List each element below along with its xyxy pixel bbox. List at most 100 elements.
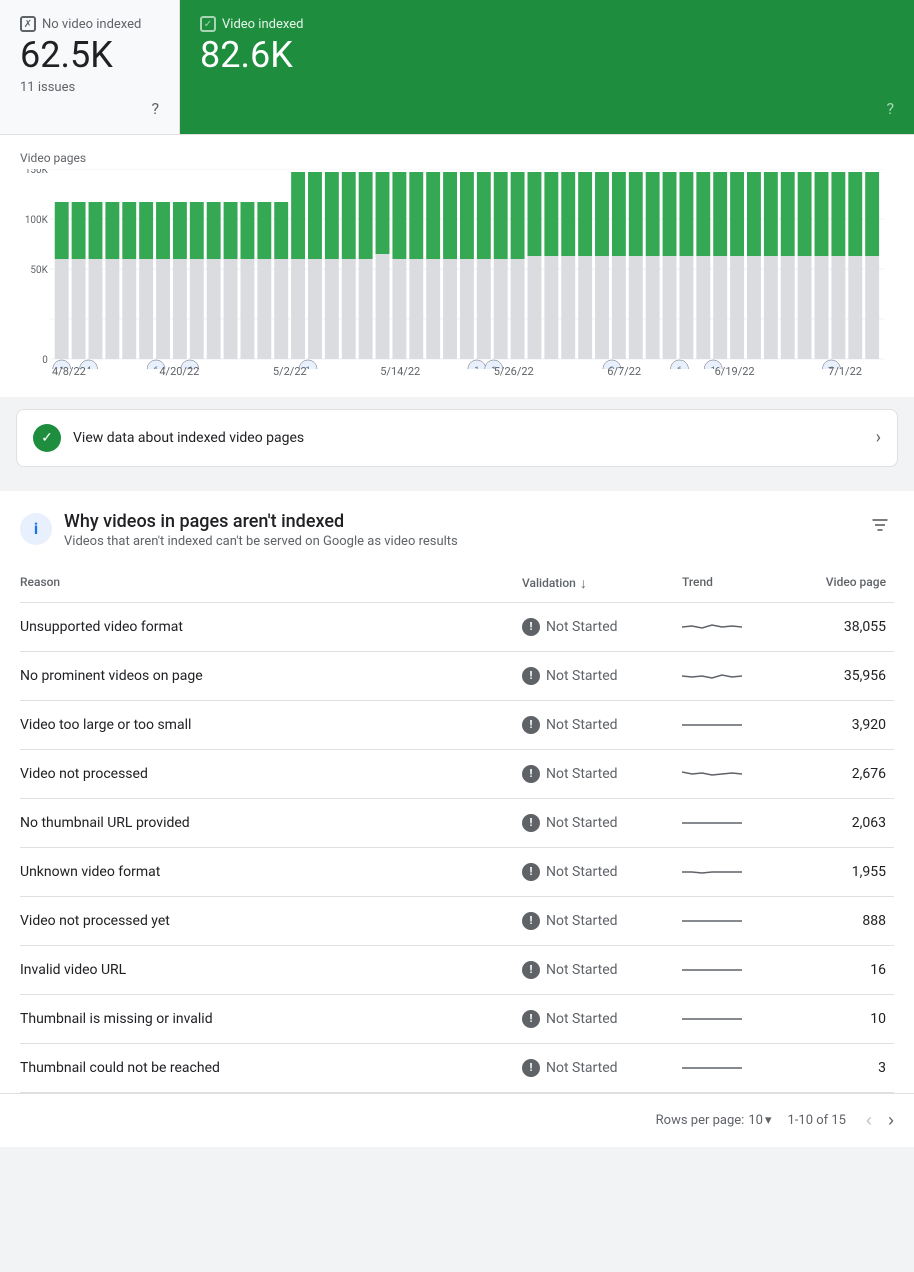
table-body: Unsupported video format ! Not Started 3… [20,603,894,1093]
row-validation: ! Not Started [514,863,674,881]
not-started-text: Not Started [546,717,618,733]
why-subtitle: Videos that aren't indexed can't be serv… [64,534,458,549]
chevron-right-icon: › [876,427,881,448]
rows-per-page-select[interactable]: 10 ▾ [748,1113,771,1128]
next-page-button[interactable]: › [884,1106,898,1135]
table-row[interactable]: No prominent videos on page ! Not Starte… [20,652,894,701]
row-reason: Unknown video format [20,864,514,880]
not-started-icon: ! [522,765,540,783]
not-started-icon: ! [522,912,540,930]
row-reason: Unsupported video format [20,619,514,635]
sparkline-chart [682,617,742,637]
chart-section: Video pages 150K 100K 50K 0 [0,135,914,397]
table-row[interactable]: Thumbnail could not be reached ! Not Sta… [20,1044,894,1093]
row-trend [674,862,794,882]
view-data-link[interactable]: ✓ View data about indexed video pages › [16,409,898,467]
not-started-icon: ! [522,667,540,685]
sparkline-chart [682,666,742,686]
rows-per-page-value: 10 [748,1113,763,1128]
x-label-4: 5/14/22 [380,365,420,378]
row-count: 3,920 [794,717,894,733]
table-row[interactable]: No thumbnail URL provided ! Not Started … [20,799,894,848]
checkbox-checked-icon: ✓ [200,16,216,32]
sparkline-chart [682,764,742,784]
not-started-text: Not Started [546,668,618,684]
row-trend [674,813,794,833]
not-started-icon: ! [522,814,540,832]
row-count: 2,676 [794,766,894,782]
x-label-3: 5/2/22 [273,365,307,378]
row-count: 38,055 [794,619,894,635]
row-count: 35,956 [794,668,894,684]
table-row[interactable]: Invalid video URL ! Not Started 16 [20,946,894,995]
row-validation: ! Not Started [514,912,674,930]
why-title: Why videos in pages aren't indexed [64,511,458,532]
row-reason: Video not processed [20,766,514,782]
filter-icon[interactable] [866,511,894,544]
row-count: 3 [794,1060,894,1076]
sparkline-chart [682,1058,742,1078]
row-trend [674,764,794,784]
table-row[interactable]: Unsupported video format ! Not Started 3… [20,603,894,652]
why-not-indexed-section: i Why videos in pages aren't indexed Vid… [0,491,914,1093]
video-indexed-count: 82.6K [200,36,894,76]
header-validation[interactable]: Validation ↓ [514,575,674,592]
row-reason: Thumbnail could not be reached [20,1060,514,1076]
table-row[interactable]: Unknown video format ! Not Started 1,955 [20,848,894,897]
prev-page-button[interactable]: ‹ [862,1106,876,1135]
no-video-card: ✗ No video indexed 62.5K 11 issues ? [0,0,180,134]
row-reason: No thumbnail URL provided [20,815,514,831]
not-started-text: Not Started [546,619,618,635]
svg-text:6: 6 [154,366,159,369]
row-trend [674,960,794,980]
chart-container: 150K 100K 50K 0 [20,169,894,389]
sparkline-chart [682,862,742,882]
pagination-row: Rows per page: 10 ▾ 1-10 of 15 ‹ › [0,1093,914,1147]
not-started-text: Not Started [546,913,618,929]
not-started-icon: ! [522,1010,540,1028]
sparkline-chart [682,911,742,931]
table-row[interactable]: Video not processed yet ! Not Started 88… [20,897,894,946]
table-row[interactable]: Video too large or too small ! Not Start… [20,701,894,750]
chart-label: Video pages [20,151,894,165]
video-indexed-label: Video indexed [222,17,303,32]
svg-text:0: 0 [42,355,48,366]
row-trend [674,715,794,735]
page-nav: ‹ › [862,1106,898,1135]
top-cards: ✗ No video indexed 62.5K 11 issues ? ✓ V… [0,0,914,135]
row-trend [674,1058,794,1078]
row-validation: ! Not Started [514,618,674,636]
svg-text:150K: 150K [25,169,49,176]
row-reason: Video not processed yet [20,913,514,929]
no-video-count: 62.5K [20,36,159,76]
header-reason: Reason [20,575,514,592]
not-started-text: Not Started [546,864,618,880]
sparkline-chart [682,813,742,833]
header-video-page: Video page [794,575,894,592]
row-trend [674,666,794,686]
not-started-text: Not Started [546,1011,618,1027]
table-row[interactable]: Video not processed ! Not Started 2,676 [20,750,894,799]
sparkline-chart [682,715,742,735]
header-trend: Trend [674,575,794,592]
row-trend [674,911,794,931]
video-indexed-card: ✓ Video indexed 82.6K ? [180,0,914,134]
sparkline-chart [682,960,742,980]
svg-text:100K: 100K [25,215,49,226]
no-video-help-icon[interactable]: ? [151,99,159,118]
row-validation: ! Not Started [514,961,674,979]
not-started-text: Not Started [546,1060,618,1076]
row-count: 16 [794,962,894,978]
row-validation: ! Not Started [514,667,674,685]
sort-down-icon: ↓ [580,575,587,592]
row-validation: ! Not Started [514,1010,674,1028]
table-row[interactable]: Thumbnail is missing or invalid ! Not St… [20,995,894,1044]
row-reason: Invalid video URL [20,962,514,978]
video-indexed-help-icon[interactable]: ? [886,99,894,118]
not-started-text: Not Started [546,815,618,831]
row-validation: ! Not Started [514,1059,674,1077]
info-icon: i [20,513,52,545]
not-started-icon: ! [522,618,540,636]
row-validation: ! Not Started [514,716,674,734]
checkbox-unchecked-icon: ✗ [20,16,36,32]
